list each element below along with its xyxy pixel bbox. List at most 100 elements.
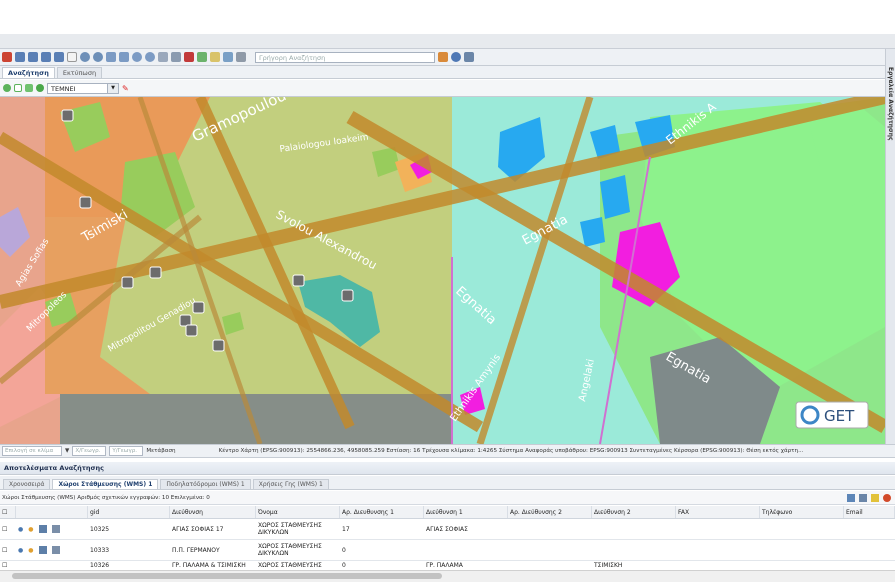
parking-icon[interactable] [79, 196, 92, 209]
table-cell: ΓΡ. ΠΑΛΑΜΑ & ΤΣΙΜΙΣΚΗ [172, 562, 246, 569]
zoom-out-icon[interactable] [93, 52, 103, 62]
tab-land-use-wms[interactable]: Χρήσεις Γης (WMS) 1 [252, 479, 329, 489]
landuse-polygon[interactable] [600, 175, 630, 219]
results-header[interactable]: Αποτελέσματα Αναζήτησης [0, 462, 895, 475]
column-header[interactable]: Διεύθυνση [170, 506, 256, 518]
up-arrow-icon[interactable] [28, 52, 38, 62]
measure-line-icon[interactable] [158, 52, 168, 62]
go-to-button[interactable]: Μετάβαση [146, 448, 175, 454]
parking-icon[interactable] [185, 324, 198, 337]
column-header[interactable]: Email [844, 506, 895, 518]
measure-area-icon[interactable] [171, 52, 181, 62]
layer-select[interactable]: ΤΕΜΝΕΙ ▼ [47, 82, 119, 94]
save-icon[interactable] [859, 494, 867, 502]
tab-bike-lanes-wms[interactable]: Ποδηλατόδρομοι (WMS) 1 [160, 479, 251, 489]
chevron-down-icon[interactable]: ▼ [107, 83, 118, 93]
table-row[interactable]: ☐ ● ● 10333 Π.Π. ΓΕΡΜΑΝΟΥ ΧΩΡΟΣ ΣΤΑΘΜΕΥΣ… [0, 540, 895, 561]
get-logo: GET [795, 401, 869, 429]
select-icon[interactable] [210, 52, 220, 62]
app-header-strip [0, 34, 895, 49]
table-icon[interactable] [38, 546, 47, 554]
point-tool-icon[interactable] [3, 84, 11, 92]
column-header[interactable]: FAX [676, 506, 760, 518]
map-svg[interactable]: Gramopoulou Palaiologou Ioakeim Svolou A… [0, 97, 885, 444]
flag-icon[interactable] [2, 52, 12, 62]
pan-hand-icon[interactable] [67, 52, 77, 62]
back-arrow-icon[interactable] [15, 52, 25, 62]
quick-search-input[interactable]: Γρήγορη Αναζήτηση [255, 51, 435, 63]
row-checkbox[interactable]: ☐ [0, 519, 16, 539]
scale-select[interactable]: Επιλογή σε κλίμα [2, 446, 62, 456]
column-header[interactable]: Διεύθυνση 2 [592, 506, 676, 518]
row-checkbox[interactable]: ☐ [0, 561, 16, 570]
zoom-to-icon[interactable]: ● [28, 547, 33, 554]
parking-icon[interactable] [121, 276, 134, 289]
save-icon[interactable] [464, 52, 474, 62]
clear-measure-icon[interactable] [184, 52, 194, 62]
tab-print[interactable]: Εκτύπωση [56, 67, 103, 78]
table-cell [424, 540, 508, 560]
column-header[interactable]: Αρ. Διεύθυνσης 2 [508, 506, 592, 518]
row-checkbox[interactable]: ☐ [0, 540, 16, 560]
column-header[interactable]: Αρ. Διευθυνσης 1 [340, 506, 424, 518]
results-count-text: Χώροι Στάθμευσης (WMS) Αριθμός σχετικών … [2, 495, 210, 501]
parking-icon[interactable] [179, 314, 192, 327]
column-header[interactable]: gid [88, 506, 170, 518]
polygon-tool-icon[interactable] [25, 84, 33, 92]
search-tools-sidebar[interactable]: Εργαλεία Αναζήτησης [885, 49, 895, 444]
eye-icon[interactable]: ● [18, 547, 23, 554]
parking-icon[interactable] [149, 266, 162, 279]
parking-icon[interactable] [292, 274, 305, 287]
table-cell: 10325 [90, 525, 110, 533]
globe-icon[interactable] [451, 52, 461, 62]
export-icon[interactable] [871, 494, 879, 502]
row-actions: ● ● [16, 519, 88, 539]
scrollbar-thumb[interactable] [12, 573, 442, 579]
print-icon[interactable] [236, 52, 246, 62]
info-icon[interactable] [197, 52, 207, 62]
details-icon[interactable] [51, 546, 60, 554]
parking-icon[interactable] [61, 109, 74, 122]
parking-icon[interactable] [192, 301, 205, 314]
zoom-in-icon[interactable] [80, 52, 90, 62]
forward-arrow-icon[interactable] [54, 52, 64, 62]
eye-icon[interactable]: ● [18, 526, 23, 533]
x-coordinate-input[interactable]: Χ/Γεωγρ. [72, 446, 107, 456]
sidebar-title: Εργαλεία Αναζήτησης [887, 67, 894, 141]
line-tool-icon[interactable] [14, 84, 22, 92]
down-arrow-icon[interactable] [41, 52, 51, 62]
select-all-checkbox[interactable]: ☐ [0, 506, 16, 518]
parking-icon[interactable] [341, 289, 354, 302]
select-box-icon[interactable] [223, 52, 233, 62]
user-icon[interactable] [438, 52, 448, 62]
chart-icon[interactable] [883, 494, 891, 502]
next-view-icon[interactable] [145, 52, 155, 62]
zoom-to-icon[interactable]: ● [28, 526, 33, 533]
chevron-down-icon[interactable]: ▼ [65, 448, 69, 454]
table-cell: ΧΩΡΟΣ ΣΤΑΘΜΕΥΣΗΣ ΔΙΚΥΚΛΩΝ [258, 543, 322, 557]
grid-icon[interactable] [847, 494, 855, 502]
tab-timeseries[interactable]: Χρονοσειρά [3, 479, 51, 489]
y-coordinate-input[interactable]: Υ/Γεωγρ. [109, 446, 144, 456]
previous-view-icon[interactable] [132, 52, 142, 62]
table-row[interactable]: ☐ ● ● 10325 ΑΓΙΑΣ ΣΟΦΙΑΣ 17 ΧΩΡΟΣ ΣΤΑΘΜΕ… [0, 519, 895, 540]
eraser-icon[interactable]: ✎ [122, 84, 129, 93]
table-cell: ΑΓΙΑΣ ΣΟΦΙΑΣ [426, 525, 468, 533]
table-cell: ΓΡ. ΠΑΛΑΜΑ [426, 562, 463, 569]
zoom-extent-icon[interactable] [106, 52, 116, 62]
column-header[interactable]: Όνομα [256, 506, 340, 518]
column-header[interactable]: Διεύθυνση 1 [424, 506, 508, 518]
table-icon[interactable] [38, 525, 47, 533]
row-actions: ● ● [16, 540, 88, 560]
circle-tool-icon[interactable] [36, 84, 44, 92]
column-header[interactable]: Τηλέφωνο [760, 506, 844, 518]
table-cell: ΑΓΙΑΣ ΣΟΦΙΑΣ 17 [172, 525, 224, 533]
parking-icon[interactable] [212, 339, 225, 352]
details-icon[interactable] [51, 525, 60, 533]
table-cell: 0 [342, 546, 346, 554]
horizontal-scrollbar[interactable] [0, 570, 895, 582]
zoom-box-icon[interactable] [119, 52, 129, 62]
tab-search[interactable]: Αναζήτηση [2, 67, 55, 78]
tab-parking-wms[interactable]: Χώροι Στάθμευσης (WMS) 1 [52, 479, 159, 489]
map-canvas[interactable]: Gramopoulou Palaiologou Ioakeim Svolou A… [0, 97, 885, 444]
